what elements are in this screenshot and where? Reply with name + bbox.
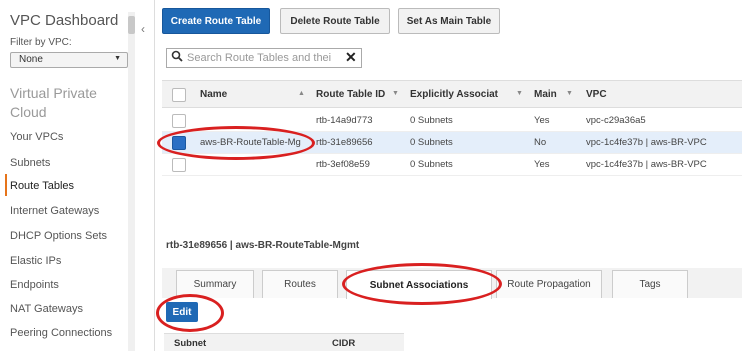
sidebar-item-dhcp-options-sets[interactable]: DHCP Options Sets <box>10 230 107 242</box>
cell-vpc: vpc-1c4fe37b | aws-BR-VPC <box>586 137 707 148</box>
sidebar-scrollbar[interactable] <box>128 12 135 351</box>
search-placeholder: Search Route Tables and thei <box>187 52 332 64</box>
table-row[interactable]: rtb-3ef08e59 0 Subnets Yes vpc-1c4fe37b … <box>162 154 742 176</box>
sidebar-item-internet-gateways[interactable]: Internet Gateways <box>10 205 99 217</box>
delete-route-table-button[interactable]: Delete Route Table <box>280 8 390 34</box>
cell-explicit-associations: 0 Subnets <box>410 159 453 170</box>
set-as-main-table-button[interactable]: Set As Main Table <box>398 8 500 34</box>
tab-subnet-associations[interactable]: Subnet Associations <box>346 270 492 299</box>
filter-label: Filter by VPC: <box>10 37 72 48</box>
cell-main: Yes <box>534 115 550 126</box>
column-header-cidr: CIDR <box>332 338 356 349</box>
cell-route-table-id: rtb-31e89656 <box>316 137 373 148</box>
column-header-vpc[interactable]: VPC <box>586 89 607 100</box>
sort-icon[interactable]: ▼ <box>516 90 523 97</box>
cell-vpc: vpc-1c4fe37b | aws-BR-VPC <box>586 159 707 170</box>
sort-icon[interactable]: ▼ <box>566 90 573 97</box>
chevron-down-icon: ▼ <box>114 55 121 62</box>
column-header-name[interactable]: Name <box>200 89 227 100</box>
edit-button[interactable]: Edit <box>166 302 198 322</box>
create-route-table-button[interactable]: Create Route Table <box>162 8 270 34</box>
table-row[interactable]: rtb-14a9d773 0 Subnets Yes vpc-c29a36a5 <box>162 110 742 132</box>
tab-summary[interactable]: Summary <box>176 270 254 298</box>
sidebar-item-your-vpcs[interactable]: Your VPCs <box>10 131 63 143</box>
tab-route-propagation[interactable]: Route Propagation <box>496 270 602 298</box>
sidebar-divider <box>154 0 155 351</box>
table-header: Name ▲ Route Table ID ▼ Explicitly Assoc… <box>162 80 742 108</box>
clear-search-icon[interactable]: ✕ <box>345 49 357 66</box>
cell-main: Yes <box>534 159 550 170</box>
vpc-filter-value: None <box>19 54 43 65</box>
column-header-main[interactable]: Main <box>534 89 557 100</box>
select-all-checkbox[interactable] <box>172 88 186 102</box>
cell-route-table-id: rtb-3ef08e59 <box>316 159 370 170</box>
column-header-subnet: Subnet <box>174 338 207 349</box>
cell-explicit-associations: 0 Subnets <box>410 137 453 148</box>
sidebar-item-route-tables[interactable]: Route Tables <box>10 180 74 192</box>
cell-route-table-id: rtb-14a9d773 <box>316 115 373 126</box>
row-checkbox[interactable] <box>172 158 186 172</box>
sidebar: VPC Dashboard Filter by VPC: None ▼ Virt… <box>0 0 138 351</box>
details-title: rtb-31e89656 | aws-BR-RouteTable-Mgmt <box>166 240 360 251</box>
vpc-filter-select[interactable]: None ▼ <box>10 52 128 68</box>
sidebar-item-endpoints[interactable]: Endpoints <box>10 279 59 291</box>
subnet-associations-header: Subnet CIDR <box>164 333 404 351</box>
sort-icon[interactable]: ▼ <box>392 90 399 97</box>
cell-explicit-associations: 0 Subnets <box>410 115 453 126</box>
column-header-explicitly-associated[interactable]: Explicitly Associat <box>410 89 498 100</box>
row-checkbox[interactable] <box>172 114 186 128</box>
search-input[interactable]: Search Route Tables and thei ✕ <box>166 48 362 68</box>
sidebar-title[interactable]: VPC Dashboard <box>10 12 118 29</box>
tab-tags[interactable]: Tags <box>612 270 688 298</box>
sort-ascending-icon[interactable]: ▲ <box>298 90 305 97</box>
collapse-sidebar-icon[interactable]: ‹ <box>141 22 145 36</box>
cell-vpc: vpc-c29a36a5 <box>586 115 646 126</box>
sidebar-item-peering-connections[interactable]: Peering Connections <box>10 327 112 339</box>
sidebar-item-subnets[interactable]: Subnets <box>10 157 50 169</box>
sidebar-item-nat-gateways[interactable]: NAT Gateways <box>10 303 83 315</box>
search-icon <box>171 50 183 62</box>
tab-routes[interactable]: Routes <box>262 270 338 298</box>
sidebar-scrollbar-thumb[interactable] <box>128 16 135 34</box>
row-checkbox-checked[interactable] <box>172 136 186 150</box>
cell-name: aws-BR-RouteTable-Mg <box>200 137 301 148</box>
table-row-selected[interactable]: aws-BR-RouteTable-Mg rtb-31e89656 0 Subn… <box>162 132 742 154</box>
cell-main: No <box>534 137 547 148</box>
active-nav-indicator <box>5 174 7 196</box>
column-header-route-table-id[interactable]: Route Table ID <box>316 89 385 100</box>
sidebar-item-elastic-ips[interactable]: Elastic IPs <box>10 255 61 267</box>
sidebar-section-title: Virtual Private Cloud <box>10 85 97 120</box>
